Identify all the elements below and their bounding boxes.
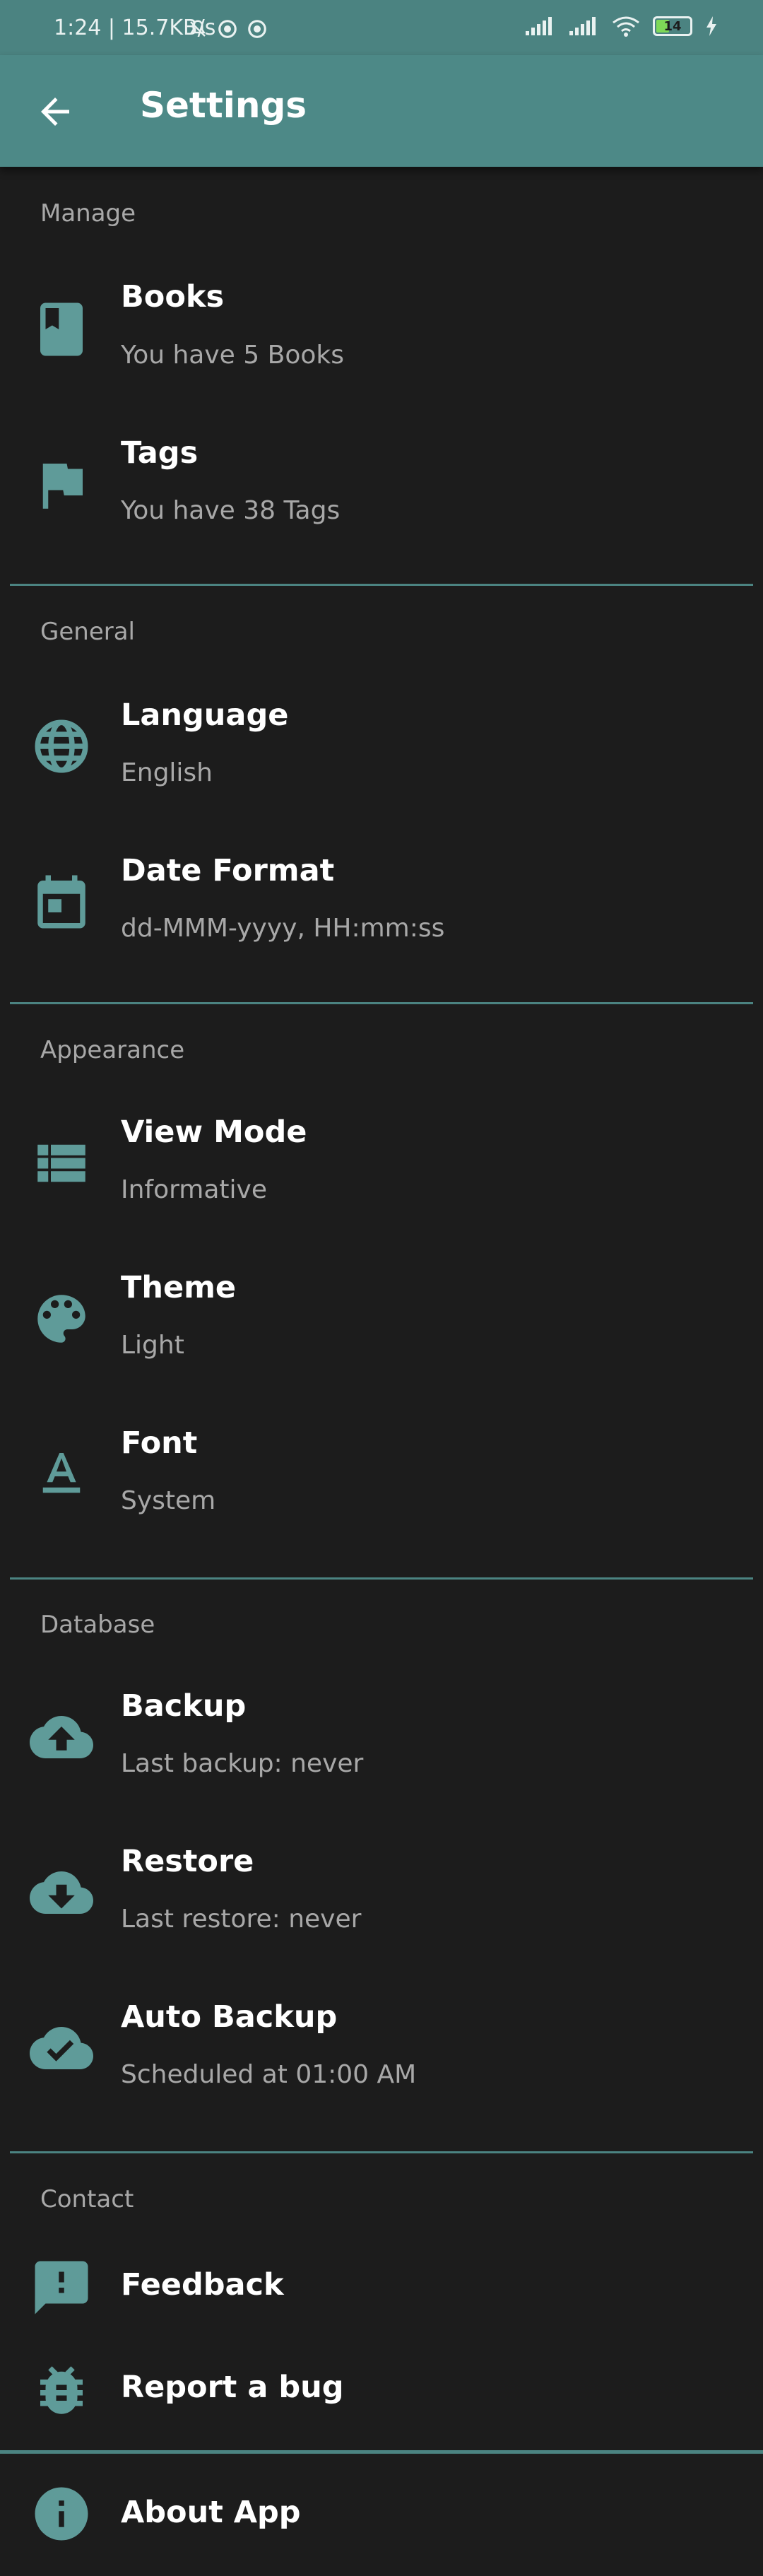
item-title: Theme xyxy=(121,1270,237,1305)
settings-item-restore[interactable]: Restore Last restore: never xyxy=(0,1821,763,1963)
settings-item-auto-backup[interactable]: Auto Backup Scheduled at 01:00 AM xyxy=(0,1977,763,2118)
status-left-icons xyxy=(187,18,268,40)
charging-bolt-icon xyxy=(706,16,716,36)
item-title: Backup xyxy=(121,1688,247,1724)
section-header-manage: Manage xyxy=(40,199,136,228)
flag-icon xyxy=(42,464,83,509)
settings-item-tags[interactable]: Tags You have 38 Tags xyxy=(0,413,763,555)
item-title: Report a bug xyxy=(121,2370,344,2405)
item-title: Auto Backup xyxy=(121,1999,338,2035)
item-title: Tags xyxy=(121,435,199,471)
item-subtitle: English xyxy=(121,758,213,787)
list-view-icon xyxy=(37,1144,85,1182)
settings-item-backup[interactable]: Backup Last backup: never xyxy=(0,1666,763,1807)
item-subtitle: Last backup: never xyxy=(121,1749,364,1778)
calendar-icon xyxy=(37,875,85,929)
item-title: Font xyxy=(121,1425,198,1461)
battery-icon: 14 xyxy=(653,16,692,36)
text-format-icon xyxy=(42,1453,81,1493)
globe-icon xyxy=(35,719,88,773)
item-title: Language xyxy=(121,698,289,733)
section-divider xyxy=(10,2151,753,2153)
item-title: Books xyxy=(121,279,225,314)
settings-item-theme[interactable]: Theme Light xyxy=(0,1247,763,1389)
settings-item-font[interactable]: Font System xyxy=(0,1403,763,1544)
settings-item-about[interactable]: About App xyxy=(0,2474,763,2558)
battery-level: 14 xyxy=(663,19,682,34)
settings-item-report-bug[interactable]: Report a bug xyxy=(0,2350,763,2435)
section-header-contact: Contact xyxy=(40,2185,134,2213)
cloud-upload-icon xyxy=(30,1716,93,1758)
signal-icon xyxy=(526,17,552,35)
section-header-database: Database xyxy=(40,1611,155,1639)
item-subtitle: Informative xyxy=(121,1175,267,1204)
section-divider xyxy=(10,1577,753,1580)
settings-item-view-mode[interactable]: View Mode Informative xyxy=(0,1092,763,1233)
item-subtitle: Light xyxy=(121,1331,184,1360)
info-icon xyxy=(35,2487,88,2541)
status-bar: 1:24 | 15.7KB/s 14 xyxy=(0,0,763,55)
back-arrow-icon[interactable] xyxy=(34,90,76,133)
item-subtitle: Scheduled at 01:00 AM xyxy=(121,2060,417,2089)
item-subtitle: dd-MMM-yyyy, HH:mm:ss xyxy=(121,914,445,943)
block-circle-icon xyxy=(218,20,237,38)
wifi-icon xyxy=(613,16,639,37)
settings-item-feedback[interactable]: Feedback xyxy=(0,2247,763,2332)
section-header-appearance: Appearance xyxy=(40,1036,185,1064)
item-title: About App xyxy=(121,2495,301,2530)
item-title: Date Format xyxy=(121,853,335,888)
mute-bell-icon xyxy=(189,20,206,37)
status-right-icons: 14 xyxy=(524,16,718,37)
item-title: Restore xyxy=(121,1844,254,1879)
bug-icon xyxy=(40,2366,83,2414)
section-divider xyxy=(0,2450,763,2454)
item-title: View Mode xyxy=(121,1114,307,1150)
section-header-general: General xyxy=(40,618,135,646)
app-bar: Settings xyxy=(0,55,763,167)
cloud-done-icon xyxy=(30,2027,93,2069)
palette-icon xyxy=(37,1295,85,1343)
settings-item-date-format[interactable]: Date Format dd-MMM-yyyy, HH:mm:ss xyxy=(0,830,763,972)
item-subtitle: System xyxy=(121,1486,216,1515)
settings-item-books[interactable]: Books You have 5 Books xyxy=(0,258,763,399)
block-circle-icon-2 xyxy=(248,20,266,38)
item-subtitle: Last restore: never xyxy=(121,1905,362,1934)
cloud-download-icon xyxy=(30,1871,93,1914)
section-divider xyxy=(10,1002,753,1004)
page-title: Settings xyxy=(140,85,307,126)
item-subtitle: You have 5 Books xyxy=(121,341,344,370)
book-icon xyxy=(40,302,83,356)
item-subtitle: You have 38 Tags xyxy=(121,496,341,525)
feedback-icon xyxy=(35,2261,88,2315)
settings-item-language[interactable]: Language English xyxy=(0,675,763,816)
item-title: Feedback xyxy=(121,2267,284,2302)
section-divider xyxy=(10,584,753,586)
signal-icon-2 xyxy=(569,17,596,35)
